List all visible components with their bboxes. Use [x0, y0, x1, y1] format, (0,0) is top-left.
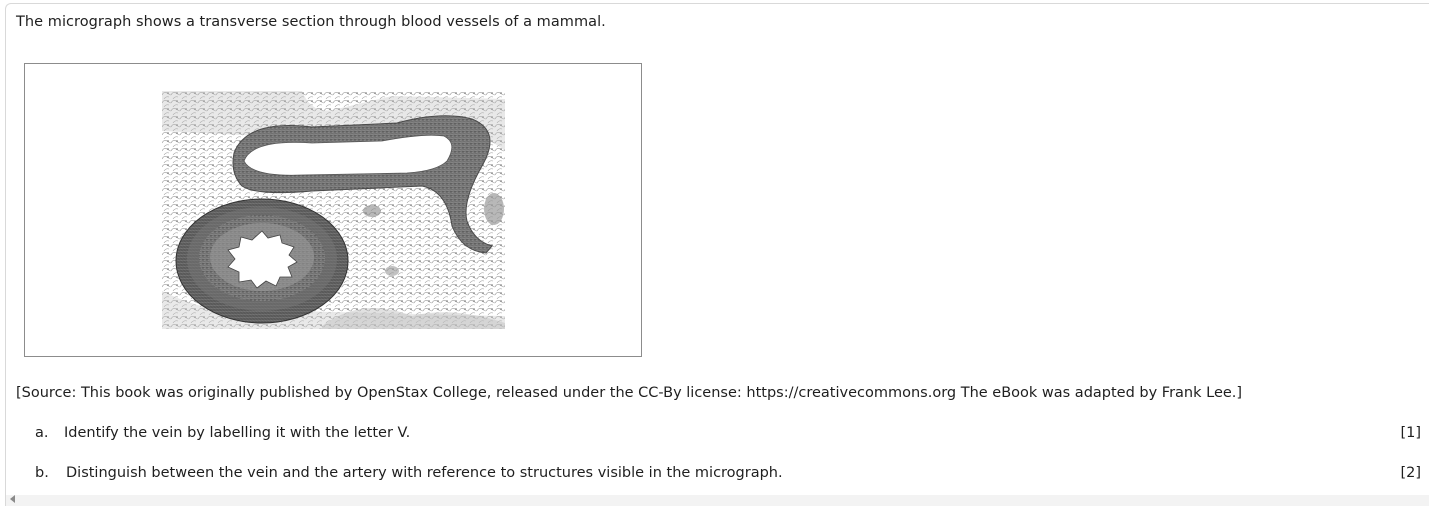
- part-b-text: Distinguish between the vein and the art…: [66, 465, 783, 481]
- question-intro: The micrograph shows a transverse sectio…: [16, 14, 606, 30]
- scroll-left-arrow-icon[interactable]: [10, 495, 15, 503]
- source-citation: [Source: This book was originally publis…: [16, 385, 1243, 401]
- part-a-text: Identify the vein by labelling it with t…: [64, 425, 411, 441]
- part-b-marks: [2]: [1400, 465, 1421, 481]
- part-a-letter: a.: [35, 425, 49, 441]
- part-a-marks: [1]: [1400, 425, 1421, 441]
- horizontal-scrollbar[interactable]: [6, 495, 1429, 506]
- figure-container: [24, 63, 642, 357]
- part-b-letter: b.: [35, 465, 49, 481]
- micrograph-image: [162, 91, 505, 329]
